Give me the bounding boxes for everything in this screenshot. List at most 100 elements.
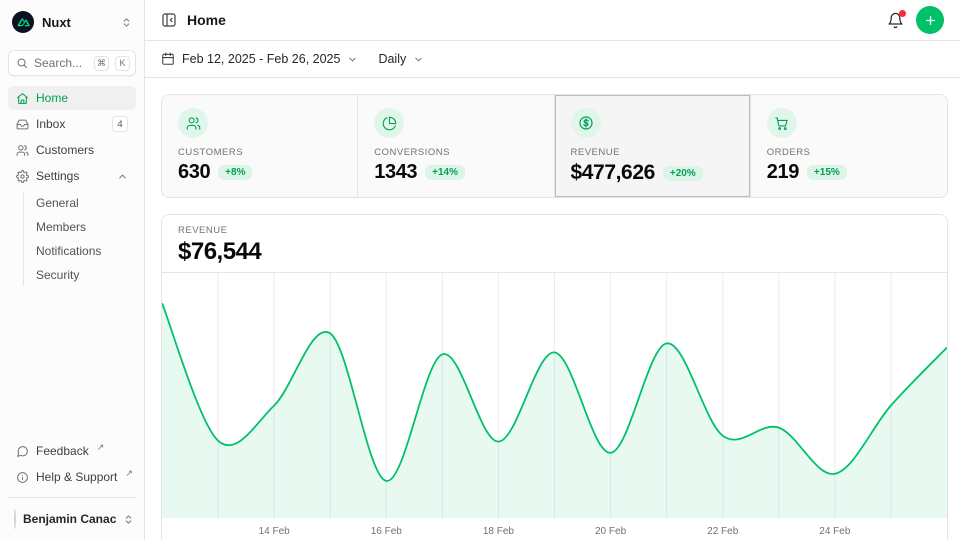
search-placeholder: Search... <box>34 56 88 70</box>
stat-label: ORDERS <box>767 147 931 158</box>
kbd-k: K <box>115 56 130 71</box>
search-input[interactable]: Search... ⌘ K <box>8 50 136 76</box>
stat-label: CONVERSIONS <box>374 147 537 158</box>
x-axis-tick-label: 24 Feb <box>819 526 850 537</box>
cart-icon <box>774 116 789 131</box>
nuxt-logo-icon <box>12 11 34 33</box>
stat-delta-badge: +20% <box>663 166 703 181</box>
date-range-picker[interactable]: Feb 12, 2025 - Feb 26, 2025 <box>161 52 358 66</box>
chart-canvas <box>162 273 947 518</box>
interval-value: Daily <box>378 52 406 66</box>
plus-icon <box>924 14 937 27</box>
sidebar-subitem-label: Notifications <box>36 244 101 258</box>
home-icon <box>16 92 29 105</box>
chart-total-value: $76,544 <box>178 238 931 266</box>
settings-subnav: General Members Notifications Security <box>23 192 136 286</box>
select-chevrons-icon <box>123 514 134 525</box>
search-icon <box>16 57 28 69</box>
chevron-down-icon <box>413 54 424 65</box>
external-link-icon: ↗ <box>97 442 105 453</box>
stat-card-customers[interactable]: CUSTOMERS 630 +8% <box>162 95 358 197</box>
sidebar-subitem-label: Members <box>36 220 86 234</box>
sidebar-item-label: Help & Support <box>36 470 117 484</box>
chart-header: REVENUE $76,544 <box>162 215 947 273</box>
sidebar-item-customers[interactable]: Customers <box>8 138 136 162</box>
stat-delta-badge: +15% <box>807 165 847 180</box>
stat-value: $477,626 <box>571 161 655 185</box>
sidebar-nav: Home Inbox 4 Customers Settings Ge <box>8 86 136 288</box>
sidebar-item-settings[interactable]: Settings <box>8 164 136 188</box>
users-icon <box>16 144 29 157</box>
kbd-cmd: ⌘ <box>94 56 109 71</box>
sidebar-item-label: Settings <box>36 169 79 183</box>
revenue-area-chart[interactable] <box>162 273 947 518</box>
user-name: Benjamin Canac <box>23 512 116 526</box>
inbox-icon <box>16 118 29 131</box>
stat-card-conversions[interactable]: CONVERSIONS 1343 +14% <box>358 95 554 197</box>
filters-toolbar: Feb 12, 2025 - Feb 26, 2025 Daily <box>145 41 960 78</box>
pie-chart-icon <box>382 116 397 131</box>
info-circle-icon <box>16 471 29 484</box>
sidebar-footer-nav: Feedback ↗ Help & Support ↗ <box>8 439 136 489</box>
date-range-value: Feb 12, 2025 - Feb 26, 2025 <box>182 52 340 66</box>
x-axis-tick-label: 18 Feb <box>483 526 514 537</box>
x-axis-tick-label: 16 Feb <box>371 526 402 537</box>
sidebar-item-label: Feedback <box>36 444 89 458</box>
chart-metric-label: REVENUE <box>178 225 931 236</box>
stat-delta-badge: +14% <box>425 165 465 180</box>
add-button[interactable] <box>916 6 944 34</box>
header-actions <box>887 6 944 34</box>
workspace-name: Nuxt <box>42 15 113 30</box>
notifications-button[interactable] <box>887 12 904 29</box>
inbox-count-badge: 4 <box>112 116 128 132</box>
sidebar-subitem-label: Security <box>36 268 79 282</box>
sidebar-spacer <box>8 288 136 439</box>
collapse-sidebar-button[interactable] <box>161 12 177 28</box>
page-title: Home <box>187 12 226 28</box>
revenue-chart-card: REVENUE $76,544 14 Feb16 Feb18 Feb20 Feb… <box>161 214 948 540</box>
panel-left-close-icon <box>161 12 177 28</box>
stat-card-revenue[interactable]: REVENUE $477,626 +20% <box>555 95 751 197</box>
users-icon <box>186 116 201 131</box>
stat-label: CUSTOMERS <box>178 147 341 158</box>
sidebar-item-feedback[interactable]: Feedback ↗ <box>8 439 136 463</box>
sidebar-item-home[interactable]: Home <box>8 86 136 110</box>
sidebar-user-section: Benjamin Canac <box>8 497 136 532</box>
gear-icon <box>16 170 29 183</box>
x-axis-tick-label: 22 Feb <box>707 526 738 537</box>
stats-row: CUSTOMERS 630 +8% CONVERSIONS 1343 +14% … <box>161 94 948 198</box>
select-chevrons-icon <box>121 17 132 28</box>
stat-card-orders[interactable]: ORDERS 219 +15% <box>751 95 947 197</box>
sidebar-item-help-support[interactable]: Help & Support ↗ <box>8 465 136 489</box>
sidebar-item-notifications[interactable]: Notifications <box>28 240 136 262</box>
sidebar-item-label: Customers <box>36 143 94 157</box>
dashboard-content: CUSTOMERS 630 +8% CONVERSIONS 1343 +14% … <box>145 78 960 540</box>
chevron-up-icon <box>117 171 128 182</box>
x-axis: 14 Feb16 Feb18 Feb20 Feb22 Feb24 Feb <box>162 518 947 540</box>
sidebar-item-general[interactable]: General <box>28 192 136 214</box>
stat-value: 219 <box>767 161 799 184</box>
stat-delta-badge: +8% <box>218 165 252 180</box>
chevron-down-icon <box>347 54 358 65</box>
stat-value: 1343 <box>374 161 417 184</box>
stat-label: REVENUE <box>571 147 734 158</box>
user-menu-button[interactable]: Benjamin Canac <box>8 506 136 532</box>
avatar <box>14 509 16 529</box>
sidebar-item-security[interactable]: Security <box>28 264 136 286</box>
chat-bubble-icon <box>16 445 29 458</box>
sidebar-subitem-label: General <box>36 196 79 210</box>
dollar-circle-icon <box>578 115 594 131</box>
sidebar-item-members[interactable]: Members <box>28 216 136 238</box>
x-axis-tick-label: 14 Feb <box>259 526 290 537</box>
interval-select[interactable]: Daily <box>378 52 424 66</box>
sidebar: Nuxt Search... ⌘ K Home Inbox 4 <box>0 0 145 540</box>
main-area: Home Feb 12, 2025 - Feb 26, 2025 Daily <box>145 0 960 540</box>
calendar-icon <box>161 52 175 66</box>
external-link-icon: ↗ <box>125 468 133 479</box>
sidebar-item-label: Home <box>36 91 68 105</box>
stat-value: 630 <box>178 161 210 184</box>
sidebar-item-label: Inbox <box>36 117 65 131</box>
notification-dot <box>899 10 906 17</box>
sidebar-item-inbox[interactable]: Inbox 4 <box>8 112 136 136</box>
workspace-switcher[interactable]: Nuxt <box>8 8 136 36</box>
